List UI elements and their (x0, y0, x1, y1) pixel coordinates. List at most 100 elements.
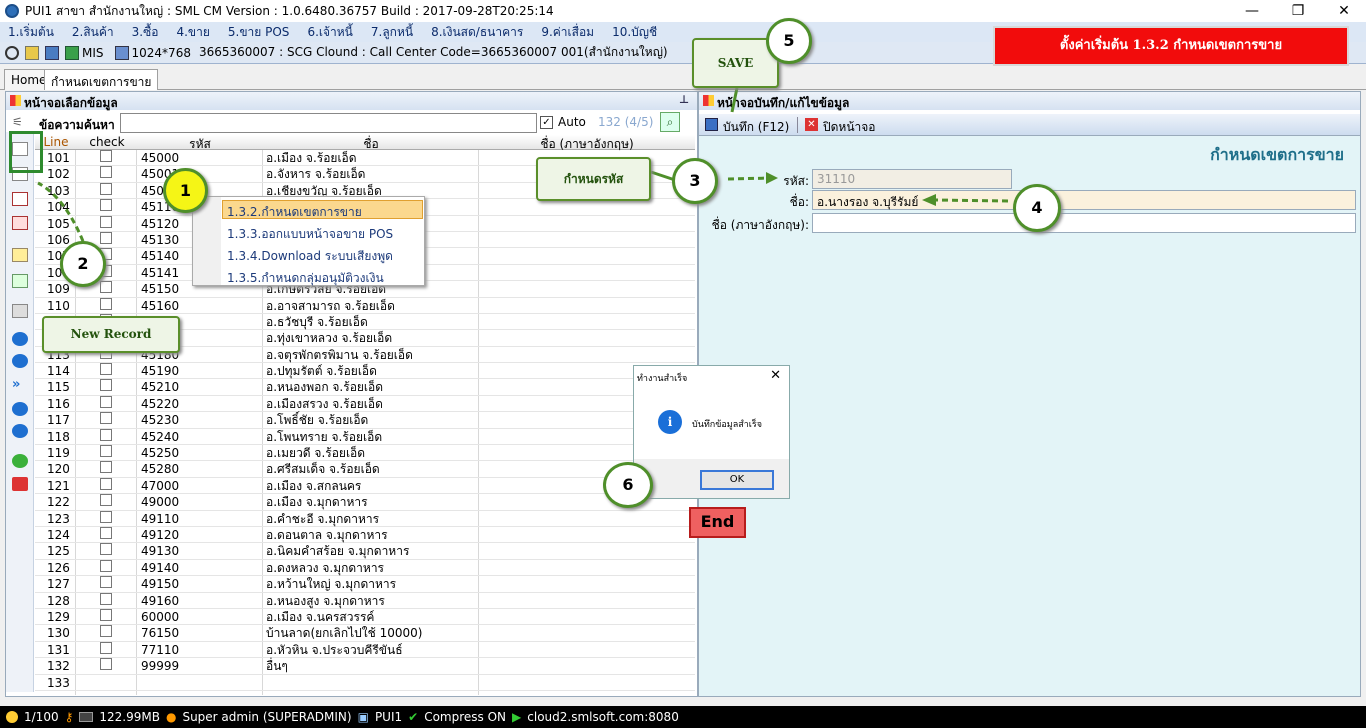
pin-icon[interactable]: ⊥ (679, 93, 689, 106)
table-row[interactable]: 125 49130 อ.นิคมคำสร้อย จ.มุกดาหาร (35, 543, 695, 560)
menu-credit-group[interactable]: 1.3.5.กำหนดกลุ่มอนุมัติวงเงิน (227, 269, 384, 288)
menu-item-sales[interactable]: 4.ขาย (176, 23, 209, 42)
table-row[interactable]: 126 49140 อ.ดงหลวง จ.มุกดาหาร (35, 559, 695, 577)
row-checkbox[interactable] (100, 592, 112, 605)
close-window-button[interactable]: ✕ (1321, 0, 1366, 22)
row-checkbox[interactable] (100, 543, 112, 556)
row-checkbox[interactable] (100, 166, 112, 179)
table-row[interactable]: 110 45160 อ.อาจสามารถ จ.ร้อยเอ็ด (35, 297, 695, 314)
menu-item-payables[interactable]: 6.เจ้าหนี้ (307, 23, 352, 42)
row-checkbox[interactable] (100, 363, 112, 376)
save-button[interactable]: บันทึก (F12) (723, 118, 789, 137)
close-screen-button[interactable]: ปิดหน้าจอ (823, 118, 876, 137)
table-row[interactable]: 117 45230 อ.โพธิ์ชัย จ.ร้อยเอ็ด (35, 412, 695, 429)
name-field[interactable]: อ.นางรอง จ.บุรีรัมย์ (812, 190, 1356, 210)
menu-item-receivables[interactable]: 7.ลูกหนี้ (371, 23, 413, 42)
dialog-close-icon[interactable]: ✕ (770, 368, 781, 383)
search-input[interactable] (120, 113, 537, 133)
row-checkbox[interactable] (100, 445, 112, 458)
row-checkbox[interactable] (100, 231, 112, 244)
table-row[interactable]: 115 45210 อ.หนองพอก จ.ร้อยเอ็ด (35, 379, 695, 396)
menu-item-cash-bank[interactable]: 8.เงินสด/ธนาคาร (431, 23, 523, 42)
delete-icon[interactable] (12, 216, 28, 230)
help-icon[interactable] (12, 454, 28, 468)
up-icon[interactable] (12, 402, 28, 416)
row-checkbox[interactable] (100, 379, 112, 392)
table-row[interactable]: 118 45240 อ.โพนทราย จ.ร้อยเอ็ด (35, 428, 695, 446)
forward-icon[interactable]: » (12, 378, 28, 392)
print-icon[interactable] (12, 304, 28, 318)
save-icon[interactable] (705, 118, 718, 131)
calculator-icon[interactable] (45, 45, 59, 60)
row-checkbox[interactable] (100, 526, 112, 539)
row-checkbox[interactable] (100, 395, 112, 408)
history-icon[interactable] (5, 45, 19, 60)
menu-pos-design[interactable]: 1.3.3.ออกแบบหน้าจอขาย POS (227, 225, 393, 244)
table-row[interactable]: 116 45220 อ.เมืองสรวง จ.ร้อยเอ็ด (35, 395, 695, 413)
end-button[interactable]: End (689, 507, 746, 538)
prev-icon[interactable] (12, 332, 28, 346)
row-checkbox[interactable] (100, 510, 112, 523)
table-row[interactable]: 127 49150 อ.หว้านใหญ่ จ.มุกดาหาร (35, 576, 695, 593)
edit-icon[interactable] (12, 192, 28, 206)
menu-item-accounting[interactable]: 10.บัญชี (612, 23, 657, 42)
auto-checkbox[interactable]: ✓ (540, 116, 553, 129)
table-row[interactable]: 133 (35, 675, 695, 691)
row-name: อ.ธวัชบุรี จ.ร้อยเอ็ด (266, 314, 368, 329)
table-row[interactable]: 132 99999 อื่นๆ (35, 658, 695, 675)
down-icon[interactable] (12, 424, 28, 438)
name-en-field[interactable] (812, 213, 1356, 233)
table-row[interactable]: 130 76150 บ้านลาด(ยกเลิกไปใช้ 10000) (35, 625, 695, 642)
tree-icon[interactable]: ⚟ (12, 115, 28, 129)
maximize-button[interactable]: ❐ (1275, 0, 1321, 22)
row-checkbox[interactable] (100, 608, 112, 621)
menu-item-purchase[interactable]: 3.ซื้อ (132, 23, 159, 42)
column-header-check[interactable]: check (77, 135, 137, 149)
table-row[interactable]: 124 49120 อ.ดอนตาล จ.มุกดาหาร (35, 526, 695, 544)
menu-item-pos[interactable]: 5.ขาย POS (228, 23, 290, 42)
code-field[interactable]: 31110 (812, 169, 1012, 189)
row-checkbox[interactable] (100, 215, 112, 228)
menu-voice-download[interactable]: 1.3.4.Download ระบบเสียงพูด (227, 247, 393, 266)
row-checkbox[interactable] (100, 658, 112, 671)
table-row[interactable]: 114 45190 อ.ปทุมรัตต์ จ.ร้อยเอ็ด (35, 363, 695, 380)
row-checkbox[interactable] (100, 297, 112, 310)
tab-sales-zone[interactable]: กำหนดเขตการขาย (44, 69, 159, 90)
row-checkbox[interactable] (100, 641, 112, 654)
row-checkbox[interactable] (100, 559, 112, 572)
row-checkbox[interactable] (100, 494, 112, 507)
table-row[interactable]: 123 49110 อ.คำชะอี จ.มุกดาหาร (35, 510, 695, 527)
row-checkbox[interactable] (100, 182, 112, 195)
row-checkbox[interactable] (100, 477, 112, 490)
mis-label[interactable]: MIS (82, 46, 104, 60)
row-checkbox[interactable] (100, 576, 112, 589)
chart-icon[interactable] (65, 45, 79, 60)
exit-icon[interactable] (12, 477, 28, 491)
table-row[interactable]: 121 47000 อ.เมือง จ.สกลนคร (35, 477, 695, 495)
row-checkbox[interactable] (100, 281, 112, 294)
table-row[interactable]: 128 49160 อ.หนองสูง จ.มุกดาหาร (35, 592, 695, 609)
row-checkbox[interactable] (100, 199, 112, 212)
menu-item-start[interactable]: 1.เริ่มต้น (8, 23, 54, 42)
table-row[interactable]: 119 45250 อ.เมยวดี จ.ร้อยเอ็ด (35, 445, 695, 462)
row-checkbox[interactable] (100, 412, 112, 425)
minimize-button[interactable]: — (1229, 0, 1275, 22)
next-icon[interactable] (12, 354, 28, 368)
row-checkbox[interactable] (100, 461, 112, 474)
import-icon[interactable] (12, 274, 28, 288)
table-row[interactable]: 120 45280 อ.ศรีสมเด็จ จ.ร้อยเอ็ด (35, 461, 695, 478)
dialog-ok-button[interactable]: OK (700, 470, 774, 490)
table-row[interactable]: 122 49000 อ.เมือง จ.มุกดาหาร (35, 494, 695, 511)
lock-icon[interactable] (12, 248, 28, 262)
table-row[interactable]: 131 77110 อ.หัวหิน จ.ประจวบคีรีขันธ์ (35, 641, 695, 659)
search-icon[interactable]: ⌕ (660, 112, 680, 132)
menu-item-products[interactable]: 2.สินค้า (72, 23, 114, 42)
table-row[interactable]: 129 60000 อ.เมือง จ.นครสวรรค์ (35, 608, 695, 626)
menu-item-depreciation[interactable]: 9.ค่าเสื่อม (541, 23, 594, 42)
row-checkbox[interactable] (100, 625, 112, 638)
menu-sales-zone[interactable]: 1.3.2.กำหนดเขตการขาย (227, 203, 362, 222)
window-icon[interactable] (25, 45, 39, 60)
close-icon[interactable]: ✕ (805, 118, 818, 131)
row-checkbox[interactable] (100, 150, 112, 162)
row-checkbox[interactable] (100, 428, 112, 441)
